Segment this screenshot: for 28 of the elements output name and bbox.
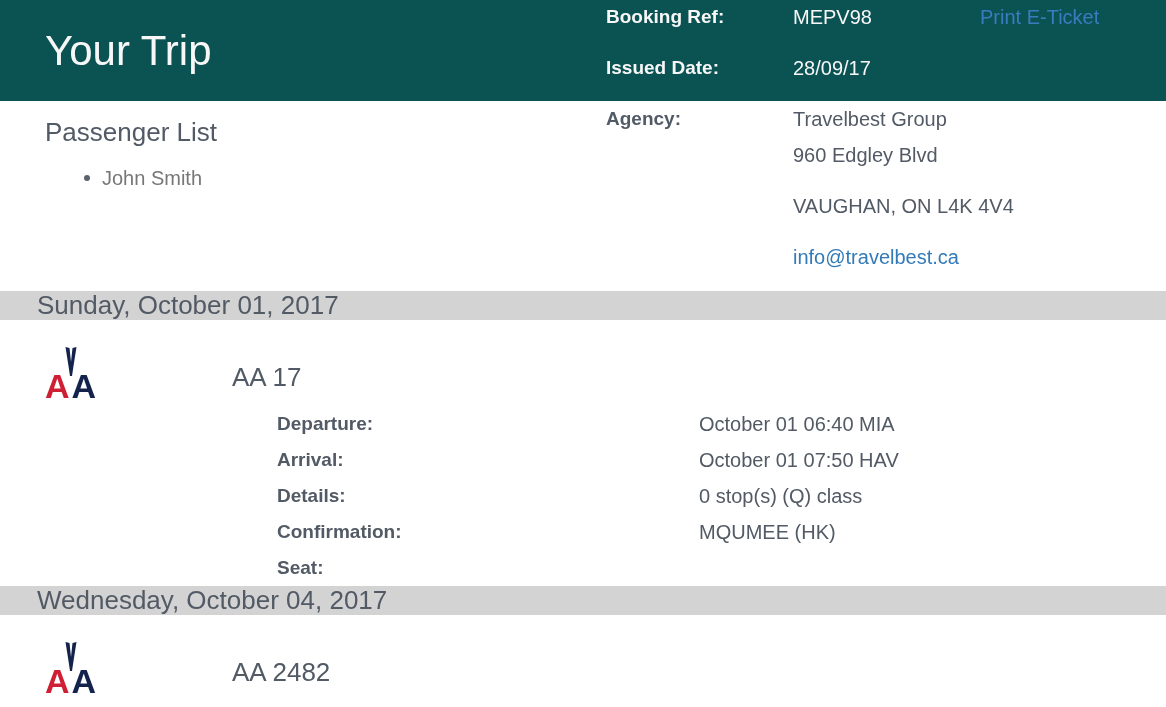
- detail-label: Seat:: [277, 556, 325, 580]
- bullet-icon: [84, 175, 90, 181]
- agency-label: Agency:: [606, 107, 682, 131]
- airline-logo: AA: [44, 641, 97, 694]
- detail-value: October 01 07:50 HAV: [699, 449, 899, 471]
- detail-label: Details:: [277, 484, 347, 508]
- section-heading: Passenger List: [45, 117, 218, 147]
- field-label: Issued Date:: [606, 56, 720, 80]
- address-line: VAUGHAN, ON L4K 4V4: [793, 195, 1014, 217]
- address-line: 960 Edgley Blvd: [793, 144, 938, 166]
- detail-value: MQUMEE (HK): [699, 521, 836, 543]
- page-title: Your Trip: [45, 29, 212, 72]
- detail-value: 0 stop(s) (Q) class: [699, 485, 863, 507]
- detail-value: October 01 06:40 MIA: [699, 413, 895, 435]
- flight-number: AA 2482: [232, 657, 331, 687]
- flight-number: AA 17: [232, 362, 302, 392]
- field-value: MEPV98: [793, 5, 873, 30]
- passenger-name: John Smith: [102, 166, 203, 191]
- detail-label: Arrival:: [277, 448, 345, 472]
- airline-logo: AA: [44, 346, 97, 399]
- email-link[interactable]: info@travelbest.ca: [793, 246, 959, 268]
- date-heading: Wednesday, October 04, 2017: [0, 586, 1166, 615]
- detail-label: Departure:: [277, 412, 375, 436]
- field-value: 28/09/17: [793, 56, 872, 81]
- agency-name: Travelbest Group: [793, 108, 947, 130]
- field-label: Booking Ref:: [606, 5, 726, 29]
- detail-label: Confirmation:: [277, 520, 403, 544]
- date-heading: Sunday, October 01, 2017: [0, 291, 1166, 320]
